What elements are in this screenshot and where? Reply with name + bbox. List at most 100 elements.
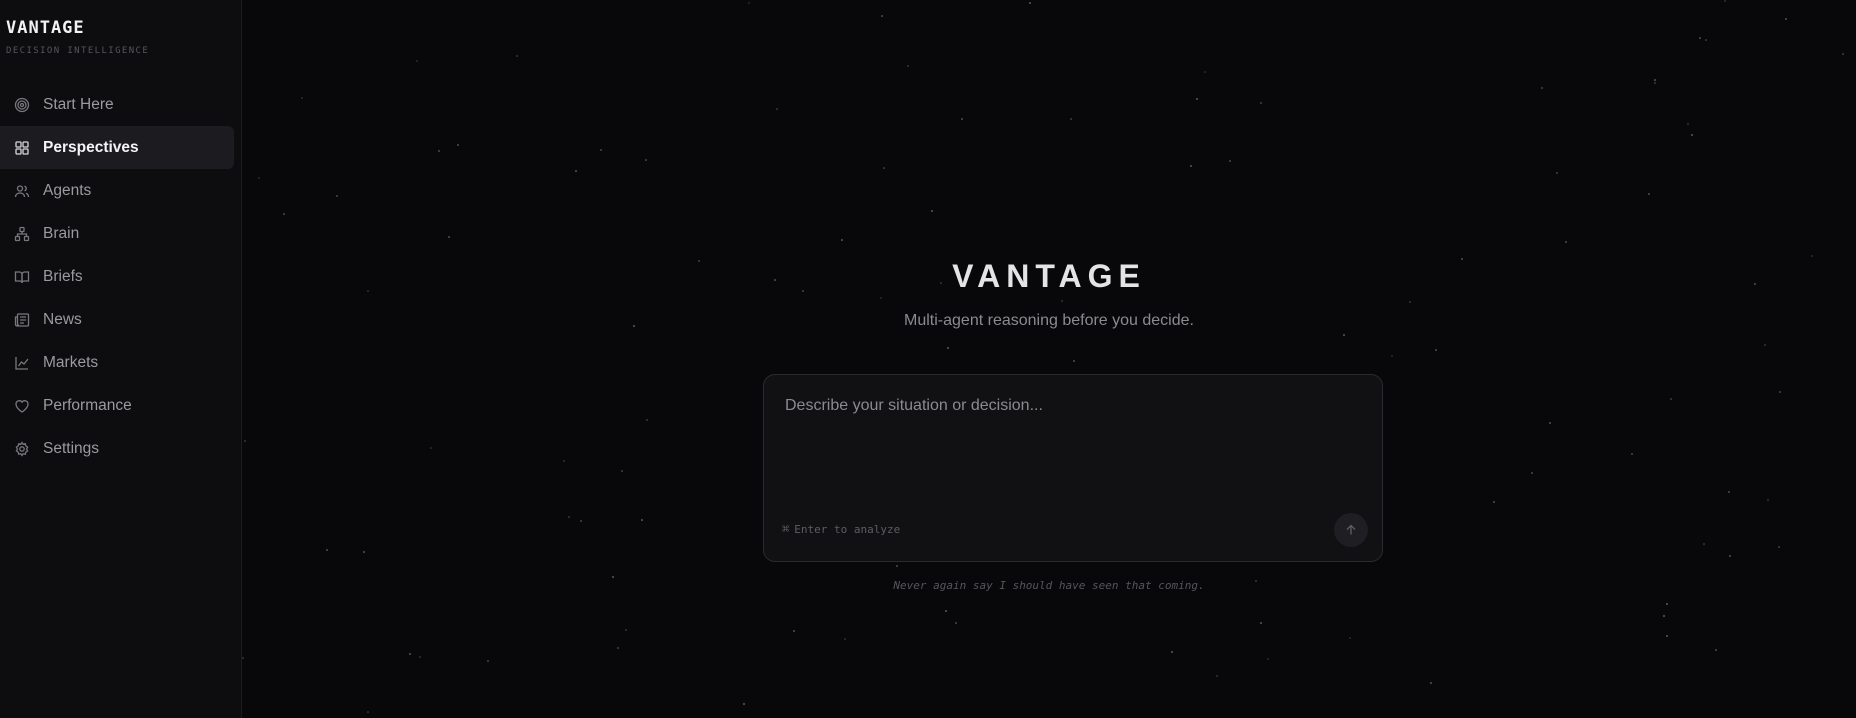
star (1779, 391, 1781, 393)
sidebar-item-markets[interactable]: Markets (0, 341, 234, 384)
star (1666, 603, 1668, 605)
sidebar-nav: Start Here Perspectives Agents Brain Bri… (0, 83, 242, 470)
star (1654, 79, 1656, 81)
sidebar-item-label: Briefs (43, 267, 83, 285)
hero-subtitle: Multi-agent reasoning before you decide. (904, 312, 1194, 329)
gear-icon (14, 440, 30, 457)
sidebar-item-performance[interactable]: Performance (0, 384, 234, 427)
star (516, 55, 518, 57)
star (961, 118, 963, 120)
app-root: VANTAGE DECISION INTELLIGENCE Start Here… (0, 0, 1856, 718)
star (1631, 453, 1633, 455)
star (955, 622, 957, 624)
star (1666, 635, 1668, 637)
star (645, 159, 647, 161)
brand-subtitle: DECISION INTELLIGENCE (6, 46, 150, 56)
star (1705, 39, 1707, 41)
star (776, 108, 778, 110)
star (1670, 398, 1672, 400)
star (617, 647, 619, 649)
star (1073, 360, 1075, 362)
star (1778, 546, 1780, 548)
sidebar-item-brain[interactable]: Brain (0, 212, 234, 255)
star (625, 629, 627, 631)
star (1764, 344, 1766, 346)
sidebar: VANTAGE DECISION INTELLIGENCE Start Here… (0, 0, 242, 718)
star (1196, 98, 1198, 100)
sidebar-item-perspectives[interactable]: Perspectives (0, 126, 234, 169)
star (336, 195, 338, 197)
sidebar-item-settings[interactable]: Settings (0, 427, 234, 470)
star (283, 213, 285, 215)
star (1699, 37, 1701, 39)
star (931, 210, 933, 212)
sidebar-item-label: Settings (43, 439, 100, 457)
sidebar-item-briefs[interactable]: Briefs (0, 255, 234, 298)
star (1687, 123, 1689, 125)
star (1204, 71, 1206, 73)
users-icon (14, 183, 30, 199)
grid-icon (14, 140, 30, 156)
star (896, 565, 898, 567)
star (1728, 491, 1730, 493)
sidebar-item-label: Performance (43, 396, 132, 414)
star (409, 653, 411, 655)
brand-title: VANTAGE (6, 18, 85, 38)
tagline: Never again say I should have seen that … (893, 579, 1205, 592)
star (301, 97, 303, 99)
star (844, 638, 846, 640)
network-icon (14, 226, 30, 242)
star (641, 519, 643, 521)
star (1229, 160, 1231, 162)
situation-input[interactable] (785, 397, 1355, 487)
sidebar-item-label: News (43, 310, 82, 328)
submit-button[interactable] (1334, 513, 1368, 547)
star (457, 144, 459, 146)
sidebar-item-news[interactable]: News (0, 298, 234, 341)
star (416, 60, 418, 62)
star (575, 170, 577, 172)
star (945, 610, 947, 612)
star (1663, 615, 1665, 617)
star (841, 239, 843, 241)
arrow-up-icon (1346, 524, 1356, 535)
book-open-icon (14, 269, 30, 285)
star (1343, 334, 1345, 336)
star (1549, 422, 1551, 424)
star (1565, 241, 1567, 243)
star (947, 347, 949, 349)
hero: VANTAGE Multi-agent reasoning before you… (242, 258, 1856, 330)
star (881, 15, 883, 17)
star (1435, 349, 1437, 351)
star (1260, 622, 1262, 624)
star (1531, 472, 1533, 474)
star (883, 167, 885, 169)
star (1260, 102, 1262, 104)
star (1715, 649, 1717, 651)
sidebar-item-start-here[interactable]: Start Here (0, 83, 234, 126)
star (1190, 165, 1192, 167)
star (1767, 499, 1769, 501)
star (258, 177, 260, 179)
starfield-background (242, 0, 1856, 718)
star (1556, 172, 1558, 174)
shortcut-hint-label: Enter to analyze (794, 522, 901, 536)
star (430, 447, 432, 449)
brand: VANTAGE DECISION INTELLIGENCE (0, 0, 241, 56)
star (1430, 682, 1432, 684)
target-icon (14, 97, 30, 113)
sidebar-item-label: Start Here (43, 95, 114, 113)
star (1070, 118, 1072, 120)
star (1349, 637, 1351, 639)
star (1541, 87, 1543, 89)
star (367, 711, 369, 713)
star (621, 470, 623, 472)
sidebar-item-agents[interactable]: Agents (0, 169, 234, 212)
star (600, 149, 602, 151)
star (242, 657, 244, 659)
star (1171, 651, 1173, 653)
shortcut-hint: ⌘ Enter to analyze (782, 522, 900, 536)
star (563, 460, 565, 462)
star (1724, 0, 1726, 2)
star (1691, 134, 1693, 136)
